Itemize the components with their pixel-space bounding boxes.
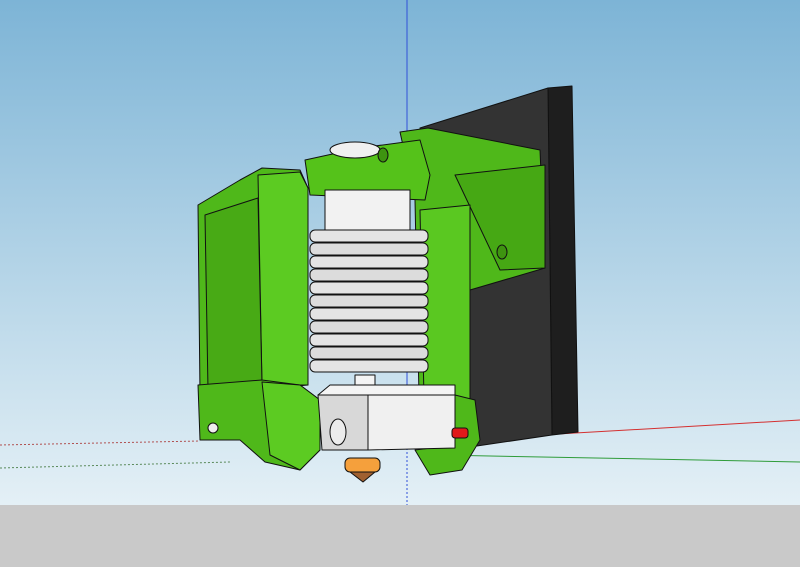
thermistor	[451, 427, 469, 439]
model-canvas[interactable]	[0, 0, 800, 567]
screw-hole	[207, 422, 219, 434]
heatsink-cap	[324, 189, 411, 233]
heater-block-front	[367, 394, 456, 451]
heater-cartridge	[329, 418, 347, 446]
nozzle-hex	[344, 457, 381, 473]
heater-block-top	[317, 384, 456, 396]
heatsink-fins	[309, 229, 429, 373]
screw-hole	[496, 244, 508, 260]
left-housing-front	[257, 171, 309, 386]
3d-viewport[interactable]	[0, 0, 800, 567]
heat-break	[354, 374, 376, 386]
ground	[0, 505, 800, 567]
filament-guide	[329, 141, 381, 159]
screw-hole	[377, 147, 389, 163]
left-housing-side	[204, 197, 263, 391]
